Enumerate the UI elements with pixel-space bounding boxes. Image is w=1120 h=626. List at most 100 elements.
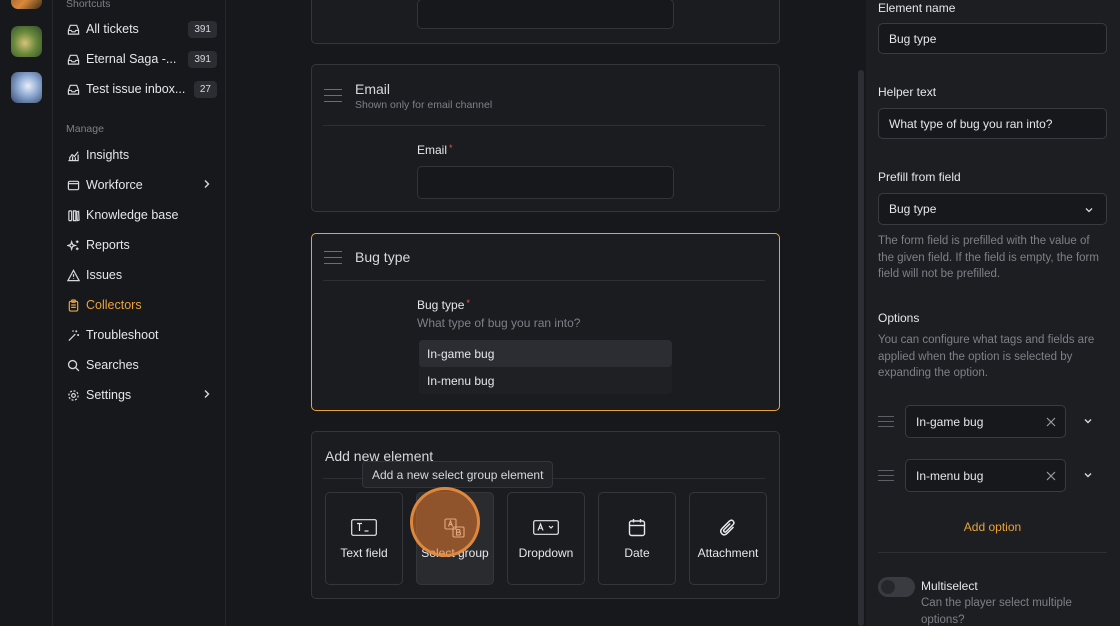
drag-handle-icon[interactable]: [324, 251, 342, 269]
clear-icon[interactable]: [1045, 470, 1057, 482]
shortcut-all-tickets[interactable]: All tickets 391: [59, 16, 217, 42]
tile-label: Text field: [340, 545, 388, 560]
sidebar-item-issues[interactable]: Issues: [59, 262, 217, 288]
sidebar-item-label: Issues: [86, 268, 123, 282]
option-list: In-game bug In-menu bug: [419, 340, 672, 394]
chevron-down-icon[interactable]: [1081, 414, 1095, 428]
form-canvas: Email Shown only for email channel Email…: [226, 0, 866, 626]
helper-text-label: Helper text: [878, 85, 937, 99]
divider: [323, 280, 765, 281]
add-date-button[interactable]: Date: [598, 492, 676, 585]
inbox-icon: [66, 22, 80, 36]
option-row: In-game bug: [878, 405, 1108, 438]
sidebar-item-searches[interactable]: Searches: [59, 352, 217, 378]
sidebar-item-label: Searches: [86, 358, 139, 372]
sidebar-item-label: Troubleshoot: [86, 328, 159, 342]
option-row: In-menu bug: [878, 459, 1108, 492]
sidebar-item-settings[interactable]: Settings: [59, 382, 217, 408]
add-text-field-button[interactable]: Text field: [325, 492, 403, 585]
card-title: Bug type: [355, 249, 411, 265]
bug-type-card[interactable]: Bug type Bug type * What type of bug you …: [311, 233, 780, 411]
sidebar-item-reports[interactable]: Reports: [59, 232, 217, 258]
count-badge: 27: [193, 80, 217, 98]
chevron-right-icon: [202, 386, 211, 404]
workforce-icon: [66, 178, 80, 192]
drag-handle-icon[interactable]: [878, 470, 894, 485]
option-input[interactable]: In-game bug: [905, 405, 1066, 438]
tile-label: Date: [624, 545, 650, 560]
app-icon-1[interactable]: [11, 0, 42, 9]
tile-label: Select group: [421, 545, 489, 560]
clipboard-icon: [66, 298, 80, 312]
app-root: Shortcuts All tickets 391 Eternal Saga -…: [0, 0, 1120, 626]
app-rail: [0, 0, 53, 626]
helper-text-input[interactable]: What type of bug you ran into?: [878, 108, 1107, 139]
sidebar-item-label: Knowledge base: [86, 208, 179, 222]
add-select-group-button[interactable]: Select group: [416, 492, 494, 585]
sidebar-item-troubleshoot[interactable]: Troubleshoot: [59, 322, 217, 348]
email-card[interactable]: Email Shown only for email channel Email…: [311, 64, 780, 212]
shortcut-eternal-saga[interactable]: Eternal Saga -... 391: [59, 46, 217, 72]
email-input[interactable]: [417, 166, 674, 199]
add-element-card: Add new element Text field Select group …: [311, 431, 780, 599]
element-name-input[interactable]: Bug type: [878, 23, 1107, 54]
calendar-icon: [628, 518, 646, 538]
app-icon-3[interactable]: [11, 72, 42, 103]
clear-icon[interactable]: [1045, 416, 1057, 428]
sidebar-item-label: Workforce: [86, 178, 143, 192]
inbox-icon: [66, 52, 80, 66]
sidebar: Shortcuts All tickets 391 Eternal Saga -…: [53, 0, 226, 626]
shortcut-test-issue-inbox[interactable]: Test issue inbox... 27: [59, 76, 217, 102]
shortcut-label: Eternal Saga -...: [86, 52, 177, 66]
text-field-icon: [351, 518, 377, 538]
add-attachment-button[interactable]: Attachment: [689, 492, 767, 585]
properties-panel: Element name Bug type Helper text What t…: [866, 0, 1120, 626]
sidebar-item-label: Reports: [86, 238, 130, 252]
sidebar-item-insights[interactable]: Insights: [59, 142, 217, 168]
count-badge: 391: [188, 20, 217, 38]
option-input-value: In-game bug: [916, 414, 984, 429]
dropdown-icon: [533, 518, 559, 538]
previous-field-card[interactable]: [311, 0, 780, 44]
sidebar-item-workforce[interactable]: Workforce: [59, 172, 217, 198]
sidebar-item-knowledge-base[interactable]: Knowledge base: [59, 202, 217, 228]
shortcuts-heading: Shortcuts: [66, 0, 111, 10]
chevron-down-icon: [1084, 204, 1094, 218]
inbox-icon: [66, 82, 80, 96]
app-icon-2[interactable]: [11, 26, 42, 57]
tile-label: Attachment: [697, 545, 759, 560]
scrollbar-thumb[interactable]: [858, 70, 864, 626]
option-item[interactable]: In-game bug: [419, 340, 672, 367]
card-title: Email: [355, 81, 391, 97]
option-item[interactable]: In-menu bug: [419, 367, 672, 394]
add-option-button[interactable]: Add option: [878, 520, 1107, 534]
divider: [878, 552, 1107, 553]
prefill-help-text: The form field is prefilled with the val…: [878, 235, 1099, 280]
multiselect-toggle[interactable]: [878, 577, 915, 597]
count-badge: 391: [188, 50, 217, 68]
option-input[interactable]: In-menu bug: [905, 459, 1066, 492]
sidebar-item-label: Collectors: [86, 298, 142, 312]
shortcut-label: All tickets: [86, 22, 139, 36]
required-mark: *: [449, 143, 453, 153]
sidebar-item-collectors[interactable]: Collectors: [59, 292, 217, 318]
drag-handle-icon[interactable]: [324, 89, 342, 107]
field-label: Bug type *: [417, 298, 470, 312]
chevron-down-icon[interactable]: [1081, 468, 1095, 482]
add-dropdown-button[interactable]: Dropdown: [507, 492, 585, 585]
wand-icon: [66, 328, 80, 342]
manage-heading: Manage: [66, 123, 104, 135]
paperclip-icon: [718, 518, 738, 538]
prefill-select[interactable]: Bug type: [878, 193, 1107, 225]
divider: [323, 125, 765, 126]
library-icon: [66, 208, 80, 222]
drag-handle-icon[interactable]: [878, 416, 894, 431]
previous-field-input[interactable]: [417, 0, 674, 29]
prefill-label: Prefill from field: [878, 170, 961, 184]
chart-icon: [66, 148, 80, 162]
select-group-icon: [443, 517, 467, 538]
multiselect-label: Multiselect: [921, 579, 978, 593]
multiselect-help-text: Can the player select multiple options?: [921, 597, 1072, 626]
field-label: Email *: [417, 143, 453, 157]
chevron-right-icon: [202, 176, 211, 194]
